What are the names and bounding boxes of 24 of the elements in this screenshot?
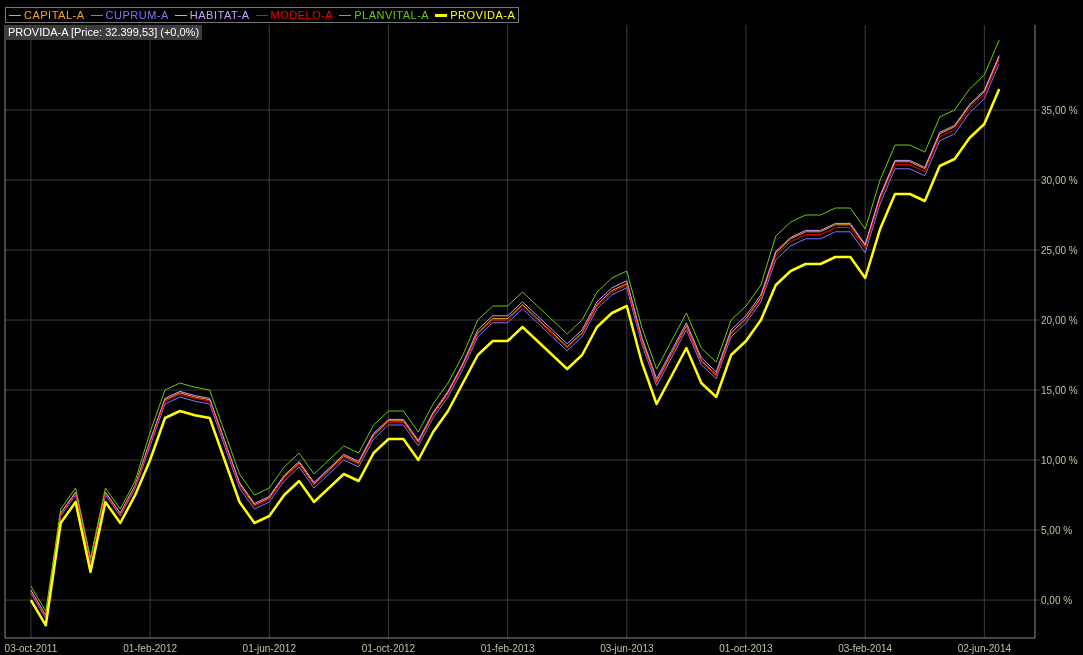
x-tick-label: 03-oct-2011 [4, 643, 58, 654]
y-tick-label: 20,00 % [1041, 315, 1078, 326]
legend-label: MODELO-A [270, 9, 334, 21]
y-tick-label: 15,00 % [1041, 385, 1078, 397]
x-tick-label: 01-feb-2012 [123, 643, 178, 654]
x-tick-label: 03-feb-2014 [838, 643, 893, 654]
y-tick-label: 5,00 % [1041, 525, 1073, 537]
x-tick-label: 01-oct-2012 [361, 643, 416, 654]
x-tick-label: 01-feb-2013 [480, 643, 535, 654]
price-label: PROVIDA-A [Price: 32.399,53] (+0,0%) [5, 25, 203, 40]
legend-label: CUPRUM-A [105, 9, 169, 21]
legend-label: HABITAT-A [189, 9, 250, 21]
legend-label: PROVIDA-A [450, 9, 516, 21]
x-tick-label: 01-jun-2012 [242, 643, 296, 654]
y-tick-label: 25,00 % [1041, 245, 1078, 256]
legend-label: PLANVITAL-A [354, 9, 430, 21]
x-tick-label: 02-jun-2014 [957, 643, 1012, 654]
x-tick-label: 03-jun-2013 [600, 643, 654, 654]
y-tick-label: 10,00 % [1041, 455, 1078, 467]
y-tick-label: 30,00 % [1041, 175, 1078, 186]
x-tick-label: 01-oct-2013 [719, 643, 773, 654]
legend-label: CAPITAL-A [24, 9, 85, 21]
y-tick-label: 0,00 % [1041, 595, 1073, 607]
y-tick-label: 35,00 % [1041, 105, 1078, 116]
